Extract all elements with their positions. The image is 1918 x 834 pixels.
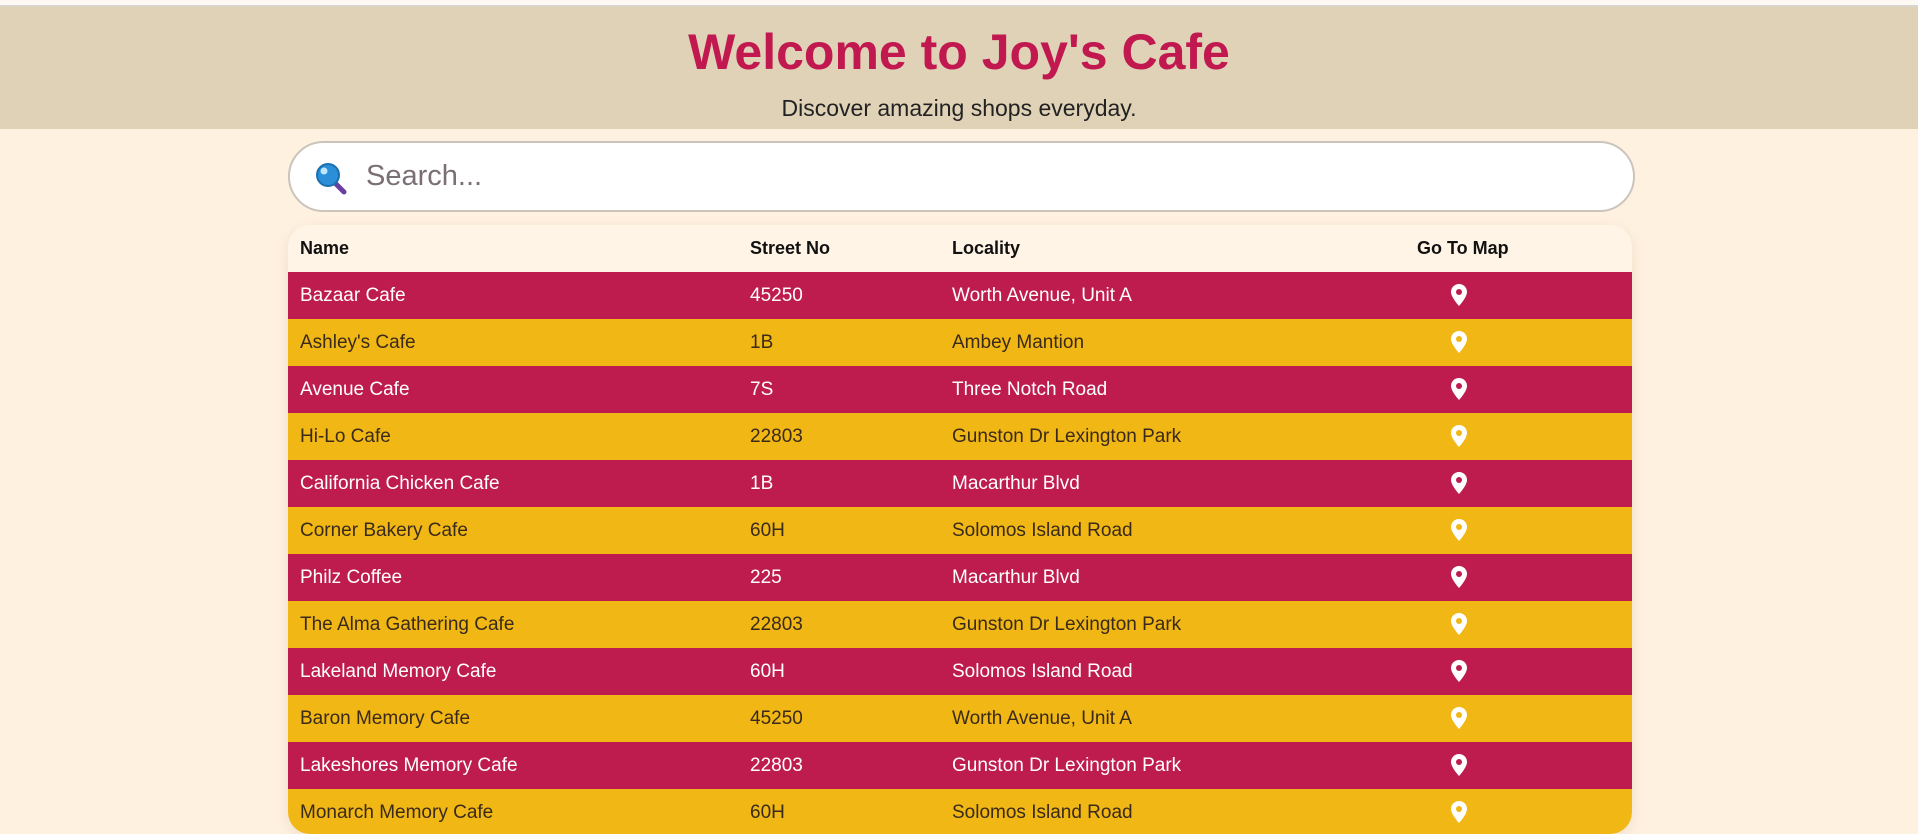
street-no-cell: 60H [750, 660, 785, 682]
table-row: Lakeland Memory Cafe 60H Solomos Island Ro… [288, 648, 1632, 695]
go-to-map-cell [1417, 648, 1632, 695]
cafe-table: Name Street No Locality Go To Map Bazaar… [288, 225, 1632, 834]
street-no-cell: 45250 [750, 284, 803, 306]
cafe-name-cell: Avenue Cafe [300, 378, 410, 400]
column-header-name: Name [300, 238, 350, 258]
table-row: Avenue Cafe 7S Three Notch Road [288, 366, 1632, 413]
cafe-name-cell: Corner Bakery Cafe [300, 519, 468, 541]
page-subtitle: Discover amazing shops everyday. [781, 95, 1137, 121]
go-to-map-cell [1417, 366, 1632, 413]
locality-cell: Solomos Island Road [952, 660, 1133, 682]
locality-cell: Solomos Island Road [952, 801, 1133, 823]
table-row: California Chicken Cafe 1B Macarthur Blvd [288, 460, 1632, 507]
table-row: Hi-Lo Cafe 22803 Gunston Dr Lexington Park [288, 413, 1632, 460]
street-no-cell: 60H [750, 801, 785, 823]
map-pin-icon[interactable] [1451, 754, 1467, 777]
table-row: Baron Memory Cafe 45250 Worth Avenue, Unit… [288, 695, 1632, 742]
map-pin-icon[interactable] [1451, 472, 1467, 495]
street-no-cell: 225 [750, 566, 782, 588]
street-no-cell: 22803 [750, 613, 803, 635]
locality-cell: Worth Avenue, Unit A [952, 707, 1132, 729]
street-no-cell: 22803 [750, 754, 803, 776]
search-bar[interactable] [288, 141, 1635, 212]
map-pin-icon[interactable] [1451, 284, 1467, 307]
cafe-name-cell: Lakeland Memory Cafe [300, 660, 497, 682]
go-to-map-cell [1417, 413, 1632, 460]
table-header-row: Name Street No Locality Go To Map [288, 225, 1632, 272]
magnifier-icon [316, 163, 347, 195]
locality-cell: Solomos Island Road [952, 519, 1133, 541]
column-header-go-to-map: Go To Map [1417, 238, 1509, 258]
table-row: The Alma Gathering Cafe 22803 Gunston Dr L… [288, 601, 1632, 648]
column-header-street-no: Street No [750, 238, 831, 258]
cafe-name-cell: The Alma Gathering Cafe [300, 613, 515, 635]
cafe-name-cell: Bazaar Cafe [300, 284, 406, 306]
table-row: Monarch Memory Cafe 60H Solomos Island Roa… [288, 789, 1632, 834]
map-pin-icon[interactable] [1451, 425, 1467, 448]
street-no-cell: 45250 [750, 707, 803, 729]
go-to-map-cell [1417, 695, 1632, 742]
go-to-map-cell [1417, 554, 1632, 601]
go-to-map-cell [1417, 742, 1632, 789]
street-no-cell: 60H [750, 519, 785, 541]
map-pin-icon[interactable] [1451, 519, 1467, 542]
map-pin-icon[interactable] [1451, 613, 1467, 636]
map-pin-icon[interactable] [1451, 566, 1467, 589]
locality-cell: Ambey Mantion [952, 331, 1085, 353]
street-no-cell: 1B [750, 331, 774, 353]
street-no-cell: 7S [750, 378, 774, 400]
go-to-map-cell [1417, 507, 1632, 554]
table-row: Lakeshores Memory Cafe 22803 Gunston Dr Le… [288, 742, 1632, 789]
go-to-map-cell [1417, 272, 1632, 319]
locality-cell: Gunston Dr Lexington Park [952, 425, 1182, 447]
table-row: Ashley's Cafe 1B Ambey Mantion [288, 319, 1632, 366]
locality-cell: Three Notch Road [952, 378, 1108, 400]
cafe-name-cell: Lakeshores Memory Cafe [300, 754, 518, 776]
street-no-cell: 22803 [750, 425, 803, 447]
go-to-map-cell [1417, 319, 1632, 366]
locality-cell: Worth Avenue, Unit A [952, 284, 1132, 306]
map-pin-icon[interactable] [1451, 331, 1467, 354]
cafe-name-cell: Philz Coffee [300, 566, 403, 588]
table-row: Corner Bakery Cafe 60H Solomos Island Road [288, 507, 1632, 554]
search-input[interactable] [366, 149, 1606, 204]
table-row: Bazaar Cafe 45250 Worth Avenue, Unit A [288, 272, 1632, 319]
locality-cell: Gunston Dr Lexington Park [952, 754, 1182, 776]
locality-cell: Macarthur Blvd [952, 472, 1080, 494]
cafe-name-cell: Monarch Memory Cafe [300, 801, 494, 823]
cafe-name-cell: Hi-Lo Cafe [300, 425, 391, 447]
map-pin-icon[interactable] [1451, 660, 1467, 683]
table-row: Philz Coffee 225 Macarthur Blvd [288, 554, 1632, 601]
cafe-name-cell: Ashley's Cafe [300, 331, 416, 353]
column-header-locality: Locality [952, 238, 1021, 258]
page-header: Welcome to Joy's Cafe Discover amazing s… [0, 7, 1918, 129]
cafe-name-cell: California Chicken Cafe [300, 472, 500, 494]
map-pin-icon[interactable] [1451, 378, 1467, 401]
street-no-cell: 1B [750, 472, 774, 494]
locality-cell: Gunston Dr Lexington Park [952, 613, 1182, 635]
page-title: Welcome to Joy's Cafe [688, 24, 1230, 80]
cafe-name-cell: Baron Memory Cafe [300, 707, 471, 729]
go-to-map-cell [1417, 460, 1632, 507]
map-pin-icon[interactable] [1451, 801, 1467, 824]
map-pin-icon[interactable] [1451, 707, 1467, 730]
go-to-map-cell [1417, 789, 1632, 834]
locality-cell: Macarthur Blvd [952, 566, 1080, 588]
browser-top-edge [0, 0, 1918, 7]
go-to-map-cell [1417, 601, 1632, 648]
